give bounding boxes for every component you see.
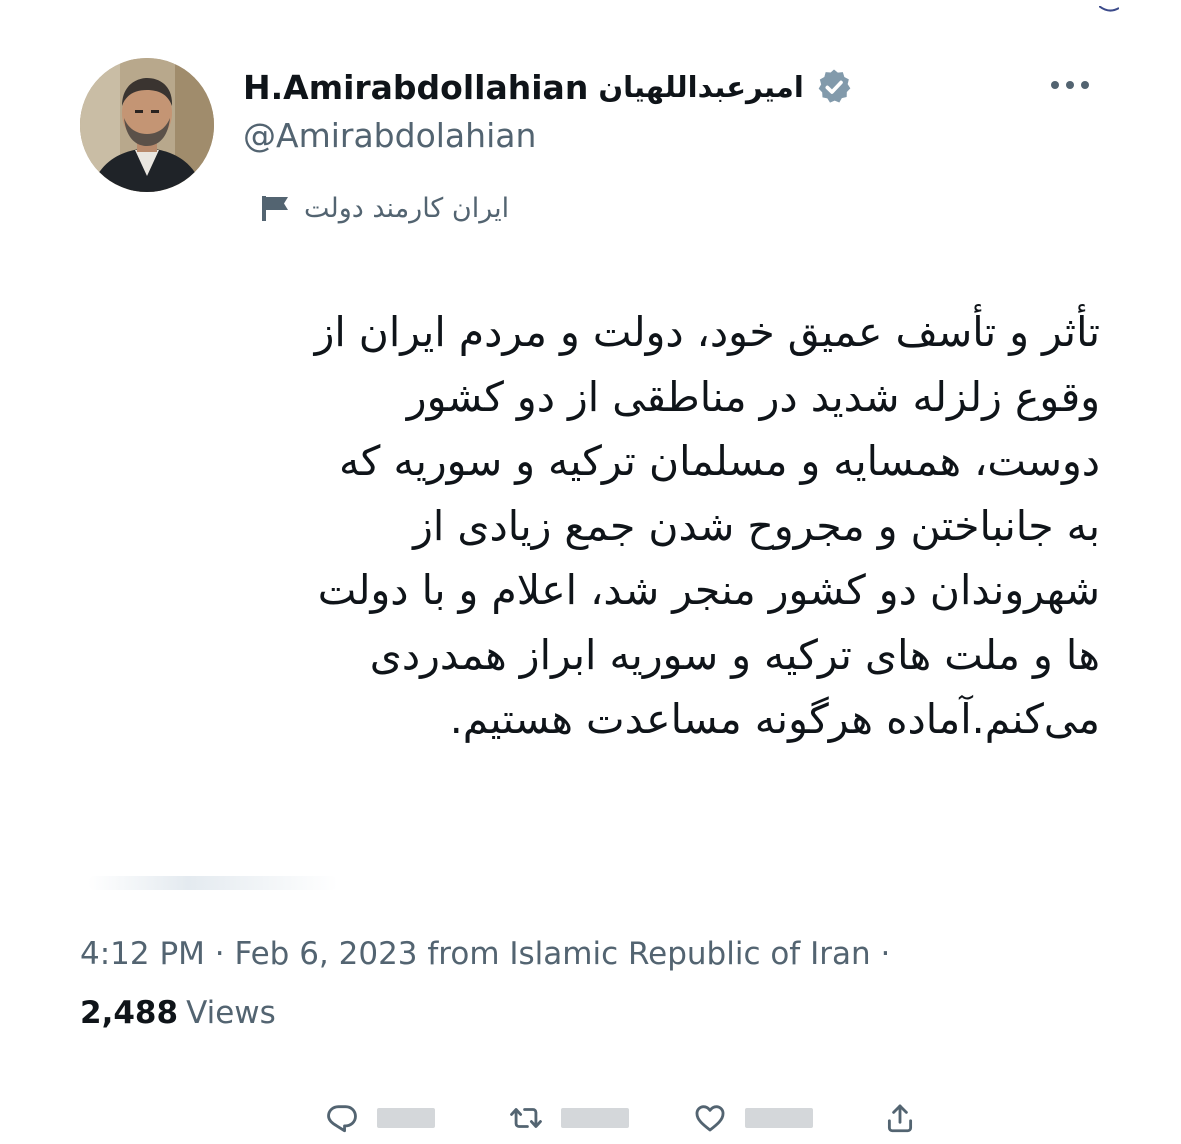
retweet-count xyxy=(561,1108,629,1128)
tweet-views[interactable]: 2,488 Views xyxy=(80,995,276,1031)
tweet-text-line: ها و ملت های ترکیه و سوریه ابراز همدردی xyxy=(369,630,1100,679)
flag-icon xyxy=(262,196,288,221)
tweet-text-line: وقوع زلزله شدید در مناطقی از دو کشور xyxy=(406,372,1100,421)
like-icon xyxy=(695,1105,725,1132)
views-label: Views xyxy=(186,995,276,1031)
share-button[interactable] xyxy=(883,1096,917,1140)
like-button[interactable] xyxy=(693,1096,813,1140)
tweet-text: تأثر و تأسف عمیق خود، دولت و مردم ایران … xyxy=(70,300,1100,752)
tweet-text-line: می‌کنم.آماده هرگونه مساعدت هستیم. xyxy=(449,695,1100,743)
account-label: ایران کارمند دولت xyxy=(258,186,509,230)
author-display-name[interactable]: H.Amirabdollahian xyxy=(243,68,588,107)
retweet-button[interactable] xyxy=(509,1096,629,1140)
image-artifact xyxy=(1099,6,1119,12)
views-count: 2,488 xyxy=(80,995,179,1031)
reply-count xyxy=(377,1108,435,1128)
image-artifact xyxy=(88,876,338,890)
verified-badge-icon xyxy=(818,69,851,103)
tweet-timestamp[interactable]: 4:12 PM · Feb 6, 2023 from Islamic Repub… xyxy=(80,936,890,972)
tweet-text-line: به جانباختن و مجروح شدن جمع زیادی از xyxy=(413,501,1100,550)
account-label-text: ایران کارمند دولت xyxy=(304,192,510,224)
author-display-name-persian[interactable]: امیرعبداللهیان xyxy=(598,70,803,104)
avatar[interactable] xyxy=(80,58,214,192)
tweet-action-bar xyxy=(0,1096,1181,1140)
author-name-row[interactable]: H.Amirabdollahian امیرعبداللهیان xyxy=(243,62,854,112)
like-count xyxy=(745,1108,813,1128)
reply-icon xyxy=(327,1105,357,1133)
tweet-text-line: شهروندان دو کشور منجر شد، اعلام و با دول… xyxy=(317,566,1100,614)
reply-button[interactable] xyxy=(325,1096,435,1140)
retweet-icon xyxy=(510,1108,542,1128)
tweet-text-line: تأثر و تأسف عمیق خود، دولت و مردم ایران … xyxy=(314,308,1100,356)
author-handle[interactable]: @Amirabdolahian xyxy=(243,116,536,155)
more-icon[interactable] xyxy=(1046,70,1094,100)
profile-photo xyxy=(80,58,214,192)
tweet-text-line: دوست، همسایه و مسلمان ترکیه و سوریه که xyxy=(338,437,1100,485)
share-icon xyxy=(887,1104,913,1133)
